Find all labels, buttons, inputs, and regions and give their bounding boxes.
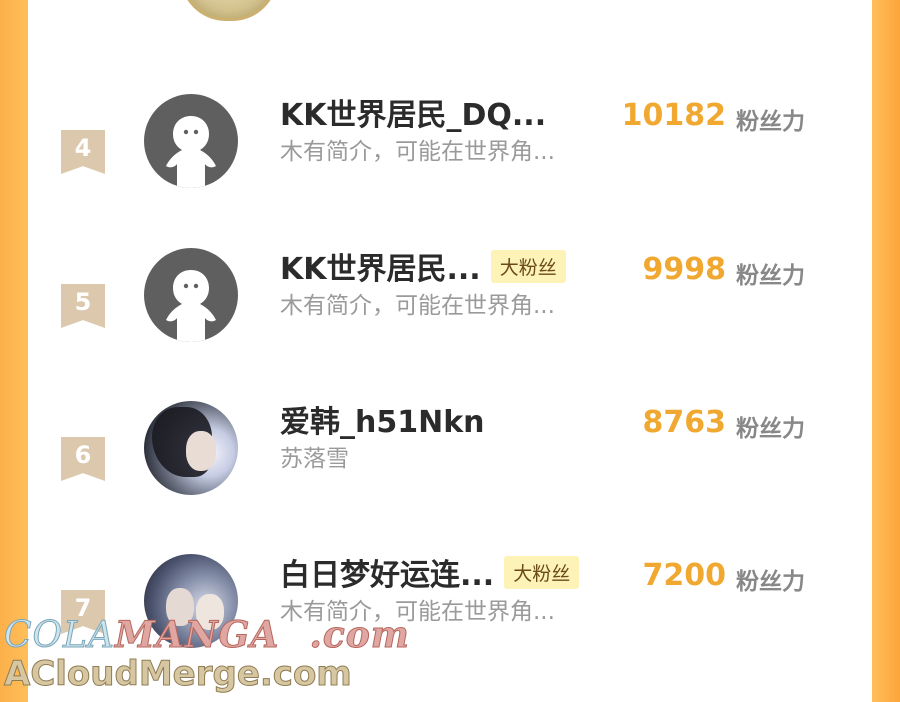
default-avatar-icon[interactable] bbox=[144, 94, 238, 188]
user-intro: 木有简介，可能在世界角... bbox=[280, 293, 555, 319]
user-intro: 木有简介，可能在世界角... bbox=[280, 599, 555, 625]
ranking-row[interactable]: 4 KK世界居民_DQ... 木有简介，可能在世界角... 10182 粉丝力 bbox=[28, 94, 872, 224]
rank-number: 5 bbox=[74, 288, 92, 316]
ranking-row[interactable]: 6 爱韩_h51Nkn 苏落雪 8763 粉丝力 bbox=[28, 401, 872, 531]
fan-power-score: 7200 bbox=[642, 558, 727, 593]
fan-power-score: 10182 bbox=[621, 98, 726, 133]
user-name-line: 白日梦好运连... 大粉丝 bbox=[280, 550, 580, 594]
user-name-line: 爱韩_h51Nkn bbox=[280, 397, 485, 441]
default-avatar-icon[interactable] bbox=[144, 248, 238, 342]
big-fan-badge: 大粉丝 bbox=[504, 555, 580, 589]
fan-power-score: 8763 bbox=[642, 405, 727, 440]
fan-power-unit: 粉丝力 bbox=[736, 263, 805, 289]
user-name-line: KK世界居民_DQ... bbox=[280, 90, 546, 134]
ranking-row[interactable]: 5 KK世界居民... 大粉丝 木有简介，可能在世界角... 9998 粉丝力 bbox=[28, 248, 872, 378]
user-name[interactable]: KK世界居民_DQ... bbox=[280, 90, 546, 134]
user-photo-avatar[interactable] bbox=[144, 554, 238, 648]
fan-power-unit: 粉丝力 bbox=[736, 109, 805, 135]
rank-ribbon-icon: 7 bbox=[61, 590, 105, 634]
user-name[interactable]: 爱韩_h51Nkn bbox=[280, 397, 485, 441]
user-photo-avatar[interactable] bbox=[144, 401, 238, 495]
avatar-rank-3-partial[interactable] bbox=[180, 0, 278, 21]
rank-ribbon-icon: 4 bbox=[61, 130, 105, 174]
user-name[interactable]: 白日梦好运连... bbox=[280, 550, 494, 594]
ranking-row[interactable]: 7 白日梦好运连... 大粉丝 木有简介，可能在世界角... 7200 粉丝力 bbox=[28, 554, 872, 684]
fan-ranking-card: 4 KK世界居民_DQ... 木有简介，可能在世界角... 10182 粉丝力 … bbox=[28, 0, 872, 702]
user-name[interactable]: KK世界居民... bbox=[280, 244, 481, 288]
big-fan-badge: 大粉丝 bbox=[490, 249, 566, 283]
rank-ribbon-icon: 6 bbox=[61, 437, 105, 481]
rank-ribbon-icon: 5 bbox=[61, 284, 105, 328]
fan-power-unit: 粉丝力 bbox=[736, 416, 805, 442]
fan-power-score: 9998 bbox=[642, 252, 727, 287]
rank-number: 4 bbox=[74, 134, 92, 162]
rank-number: 6 bbox=[74, 441, 92, 469]
user-name-line: KK世界居民... 大粉丝 bbox=[280, 244, 566, 288]
fan-power-unit: 粉丝力 bbox=[736, 569, 805, 595]
user-intro: 木有简介，可能在世界角... bbox=[280, 139, 555, 165]
user-intro: 苏落雪 bbox=[280, 446, 349, 472]
rank-number: 7 bbox=[74, 594, 92, 622]
